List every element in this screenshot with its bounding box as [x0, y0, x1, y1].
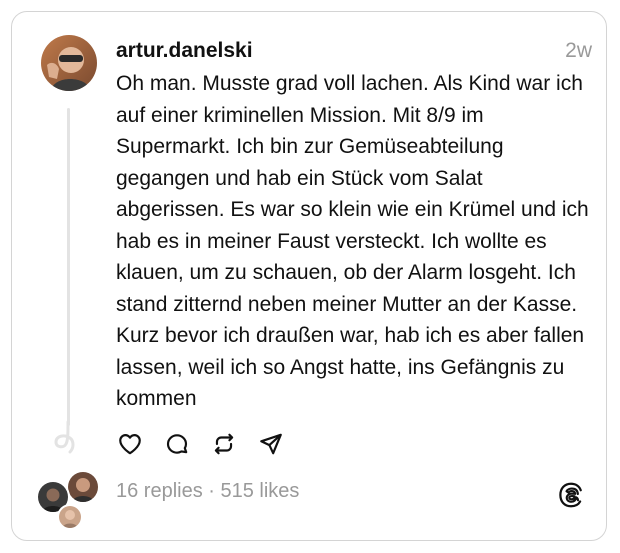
share-icon [260, 433, 282, 455]
thread-loop-icon [54, 420, 75, 454]
post-timestamp: 2w [565, 39, 592, 62]
reply-button[interactable] [163, 430, 191, 458]
thread-line [67, 108, 70, 426]
author-avatar[interactable] [41, 35, 97, 91]
post-text: Oh man. Musste grad voll lachen. Als Kin… [116, 72, 589, 410]
action-bar [116, 430, 304, 458]
repost-icon [214, 433, 234, 455]
replier-avatar-image [59, 506, 81, 528]
comment-icon [166, 434, 188, 454]
heart-icon [119, 434, 141, 455]
replier-avatar-image [68, 472, 98, 502]
replier-avatar [66, 470, 100, 504]
threads-logo-icon[interactable] [556, 480, 586, 510]
replies-likes-count[interactable]: 16 replies · 515 likes [116, 478, 299, 504]
replier-avatars [36, 470, 106, 530]
like-button[interactable] [116, 430, 144, 458]
repost-button[interactable] [210, 430, 238, 458]
replier-avatar [57, 504, 83, 530]
author-username[interactable]: artur.danelski [116, 38, 253, 64]
avatar-image [41, 35, 97, 91]
share-button[interactable] [257, 430, 285, 458]
